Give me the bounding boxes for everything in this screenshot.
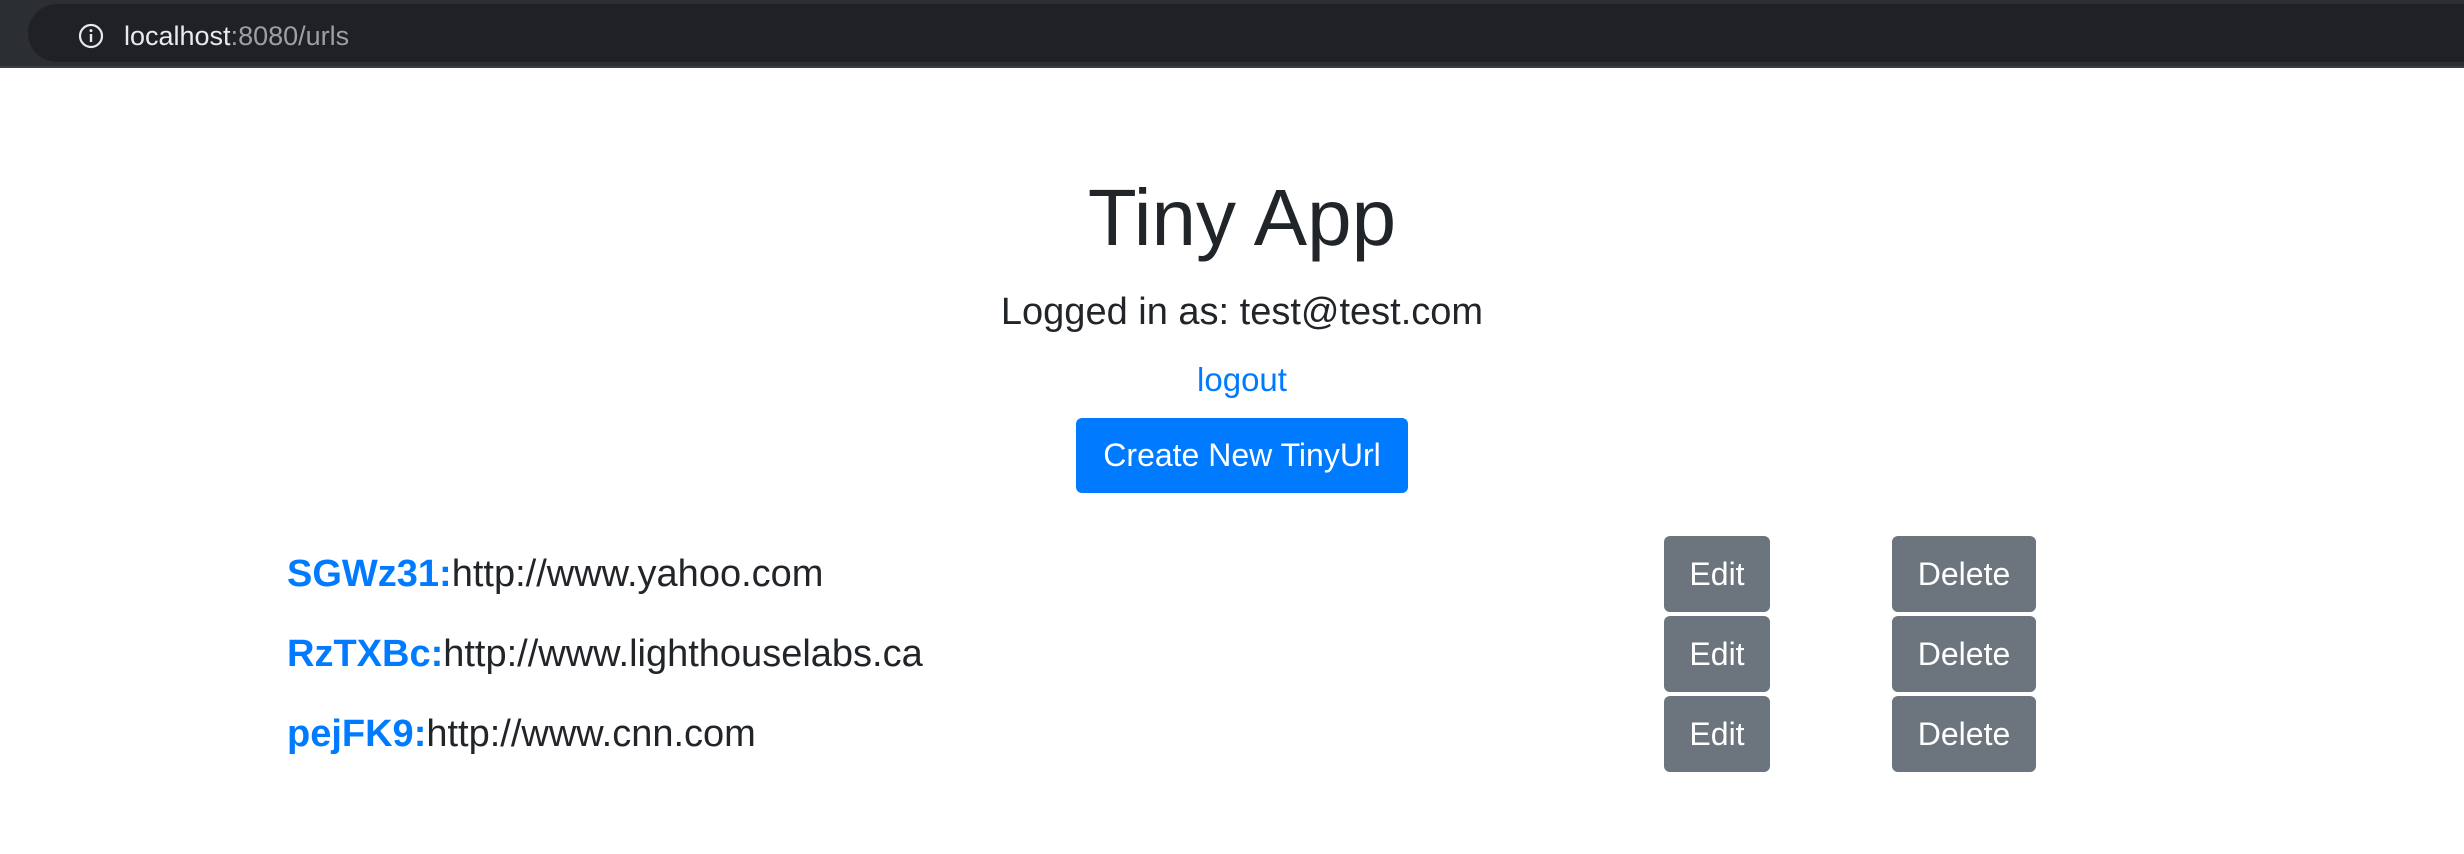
url-host: localhost [124,21,231,51]
url-row: pejFK9:http://www.cnn.com Edit Delete [0,696,2464,772]
url-entry: RzTXBc:http://www.lighthouselabs.ca [287,616,923,692]
logout-container: logout [0,358,2464,402]
edit-button[interactable]: Edit [1664,536,1770,612]
url-path: :8080/urls [230,21,350,51]
delete-button[interactable]: Delete [1892,536,2036,612]
short-url-link[interactable]: RzTXBc: [287,633,443,675]
url-entry: pejFK9:http://www.cnn.com [287,696,756,772]
url-row: SGWz31:http://www.yahoo.com Edit Delete [0,536,2464,612]
address-url[interactable]: localhost:8080/urls [124,18,349,54]
url-entry: SGWz31:http://www.yahoo.com [287,536,823,612]
delete-button[interactable]: Delete [1892,616,2036,692]
edit-button[interactable]: Edit [1664,696,1770,772]
edit-button[interactable]: Edit [1664,616,1770,692]
long-url: http://www.yahoo.com [451,553,824,595]
create-tinyurl-button[interactable]: Create New TinyUrl [1076,418,1408,493]
long-url: http://www.lighthouselabs.ca [443,633,923,675]
logged-in-status: Logged in as: test@test.com [1000,291,1484,333]
logout-link[interactable]: logout [1197,361,1287,398]
url-row: RzTXBc:http://www.lighthouselabs.ca Edit… [0,616,2464,692]
page-title: Tiny App [1087,173,1397,262]
short-url-link[interactable]: SGWz31: [287,553,452,595]
short-url-link[interactable]: pejFK9: [287,713,426,755]
delete-button[interactable]: Delete [1892,696,2036,772]
browser-toolbar: localhost:8080/urls [0,0,2464,68]
long-url: http://www.cnn.com [426,713,756,755]
info-icon[interactable] [78,23,104,49]
address-bar[interactable]: localhost:8080/urls [28,4,2464,62]
